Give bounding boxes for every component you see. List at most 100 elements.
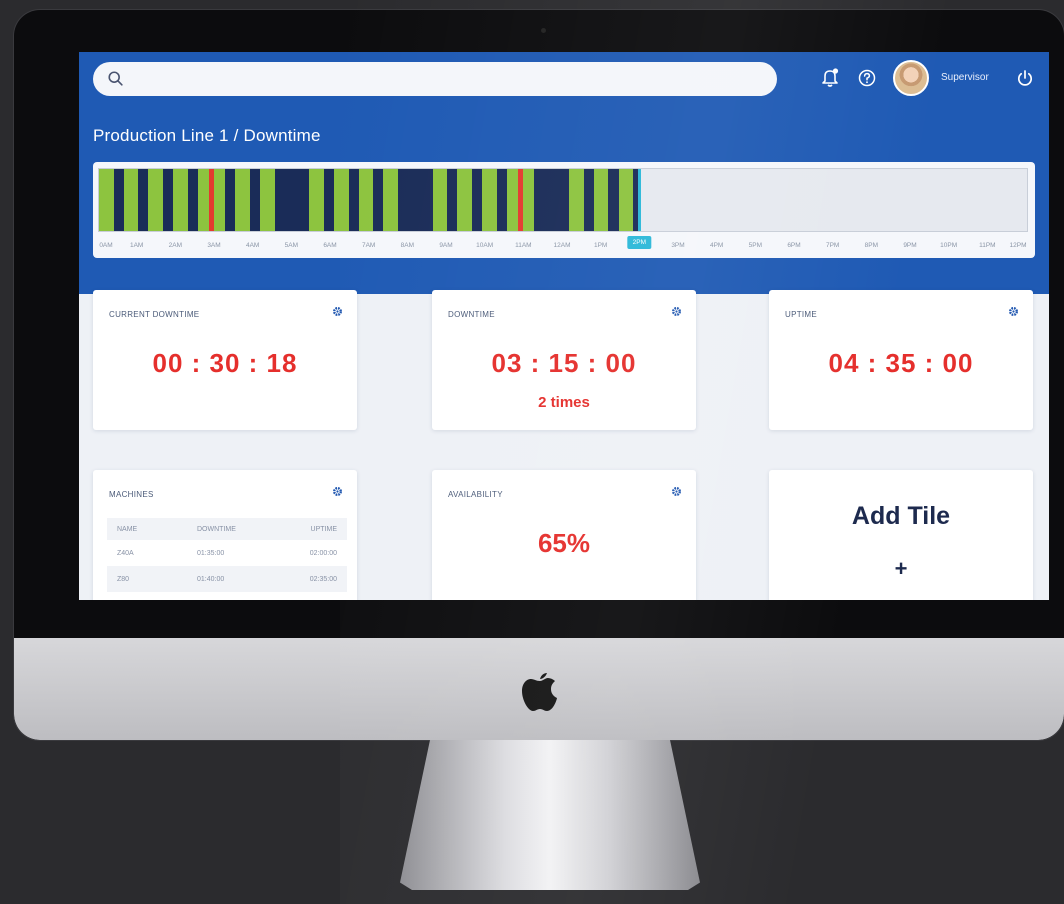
availability-value: 65%	[537, 528, 591, 558]
tile-title: AVAILABILITY	[448, 490, 503, 499]
hour-label: 4AM	[245, 242, 260, 249]
timeline-segment-down[interactable]	[323, 169, 335, 231]
gear-icon[interactable]	[332, 486, 343, 497]
timeline-segment-down[interactable]	[225, 169, 236, 231]
machine-uptime: 02:00:00	[309, 549, 337, 557]
timeline-track[interactable]	[98, 168, 1028, 232]
apple-logo	[522, 673, 557, 711]
help-icon[interactable]	[857, 68, 877, 88]
tile-title: UPTIME	[785, 310, 818, 319]
timeline-segment-up[interactable]	[213, 169, 226, 231]
gear-icon[interactable]	[1008, 306, 1019, 317]
machine-downtime: 01:35:00	[197, 549, 225, 557]
timeline-segment-down[interactable]	[138, 169, 149, 231]
machine-uptime: 02:35:00	[309, 575, 337, 583]
column-header[interactable]: UPTIME	[267, 526, 347, 533]
machines-table: NAME DOWNTIME UPTIME Z40A 01:35:00 02:00…	[107, 518, 347, 592]
table-row[interactable]: Z40A 01:35:00 02:00:00	[107, 540, 347, 566]
timeline-segment-up[interactable]	[593, 169, 609, 231]
timeline-segment-down[interactable]	[447, 169, 458, 231]
hour-label: 9AM	[439, 242, 453, 249]
machine-downtime: 01:40:00	[197, 575, 225, 583]
timeline-segment-up[interactable]	[260, 169, 275, 231]
table-header: NAME DOWNTIME UPTIME	[107, 518, 347, 540]
timeline-segment-down[interactable]	[471, 169, 483, 231]
timeline-segment-up[interactable]	[618, 169, 634, 231]
timeline-segment-down[interactable]	[113, 169, 124, 231]
hour-label: 3PM	[671, 242, 685, 249]
hour-label: 5AM	[284, 242, 299, 249]
machine-name: Z80	[117, 575, 130, 583]
timeline-segment-up[interactable]	[482, 169, 497, 231]
tile-machines: MACHINES NAME DOWNTIME UPTIME Z40A 01:35…	[93, 470, 357, 600]
user-name[interactable]: Supervisor	[941, 72, 989, 83]
dashboard-screen: Supervisor Production Line 1 / Downtime …	[79, 52, 1049, 600]
timeline-segment-down[interactable]	[608, 169, 619, 231]
timeline-segment-up[interactable]	[235, 169, 250, 231]
hour-label: 3AM	[207, 242, 221, 249]
add-tile-button[interactable]: Add Tile +	[769, 470, 1033, 600]
timeline-segment-up[interactable]	[173, 169, 188, 231]
search-input[interactable]	[93, 62, 777, 96]
hour-label: 1PM	[593, 242, 608, 249]
hour-label: 7PM	[825, 242, 840, 249]
power-icon[interactable]	[1015, 68, 1035, 88]
timeline-segments	[99, 169, 642, 231]
timeline-segment-up[interactable]	[358, 169, 374, 231]
column-header[interactable]: DOWNTIME	[187, 526, 267, 533]
timeline-segment-down[interactable]	[162, 169, 173, 231]
timeline-segment-down[interactable]	[348, 169, 359, 231]
search-icon[interactable]	[107, 70, 125, 88]
timeline-segment-up[interactable]	[457, 169, 472, 231]
tile-uptime: UPTIME 04 : 35 : 00	[769, 290, 1033, 430]
hour-label: 9PM	[903, 242, 917, 249]
add-tile-label: Add Tile	[851, 502, 951, 530]
table-row[interactable]: Z80 01:40:00 02:35:00	[107, 566, 347, 592]
timeline-segment-up[interactable]	[334, 169, 349, 231]
hour-label: 8AM	[400, 242, 415, 249]
hour-label: 7AM	[361, 242, 376, 249]
timeline-segment-up[interactable]	[309, 169, 324, 231]
avatar[interactable]	[893, 60, 929, 96]
timeline-segment-down[interactable]	[249, 169, 261, 231]
machine-name: Z40A	[117, 549, 134, 557]
current-hour-label: 2PM	[627, 236, 652, 249]
camera-dot	[541, 28, 546, 33]
timeline-segment-up[interactable]	[506, 169, 519, 231]
tile-title: CURRENT DOWNTIME	[109, 310, 200, 319]
timeline-segment-up[interactable]	[569, 169, 584, 231]
gear-icon[interactable]	[671, 306, 682, 317]
hour-label: 6AM	[323, 242, 337, 249]
downtime-timeline: 0AM 1AM 2AM 3AM 4AM 5AM 6AM 7AM 8AM 9AM 10AM 11AM 12…	[93, 162, 1035, 258]
gear-icon[interactable]	[671, 486, 682, 497]
timeline-segment-down[interactable]	[496, 169, 507, 231]
timeline-segment-down[interactable]	[583, 169, 594, 231]
gear-icon[interactable]	[332, 306, 343, 317]
imac-stand	[400, 740, 700, 890]
timeline-segment-up[interactable]	[522, 169, 535, 231]
current-time-marker	[638, 169, 642, 231]
bell-icon[interactable]	[819, 66, 841, 88]
hour-label: 0AM	[99, 242, 113, 249]
timeline-segment-down[interactable]	[534, 169, 570, 231]
hour-label: 5PM	[748, 242, 763, 249]
column-header[interactable]: NAME	[107, 526, 187, 533]
hour-label: 6PM	[787, 242, 801, 249]
timeline-segment-up[interactable]	[383, 169, 398, 231]
breadcrumb: Production Line 1 / Downtime	[93, 126, 321, 145]
timeline-segment-down[interactable]	[187, 169, 198, 231]
hour-label: 10AM	[476, 242, 494, 249]
timeline-segment-up[interactable]	[197, 169, 210, 231]
timeline-segment-up[interactable]	[123, 169, 139, 231]
timeline-segment-up[interactable]	[148, 169, 163, 231]
tile-title: MACHINES	[109, 490, 154, 499]
timeline-segment-up[interactable]	[99, 169, 114, 231]
timeline-segment-down[interactable]	[373, 169, 384, 231]
hour-label: 12AM	[553, 242, 571, 249]
hour-label: 11AM	[515, 242, 532, 249]
hour-label: 8PM	[864, 242, 879, 249]
timeline-segment-down[interactable]	[397, 169, 433, 231]
timeline-segment-down[interactable]	[274, 169, 310, 231]
timeline-segment-up[interactable]	[432, 169, 448, 231]
tile-availability: AVAILABILITY 65%	[432, 470, 696, 600]
